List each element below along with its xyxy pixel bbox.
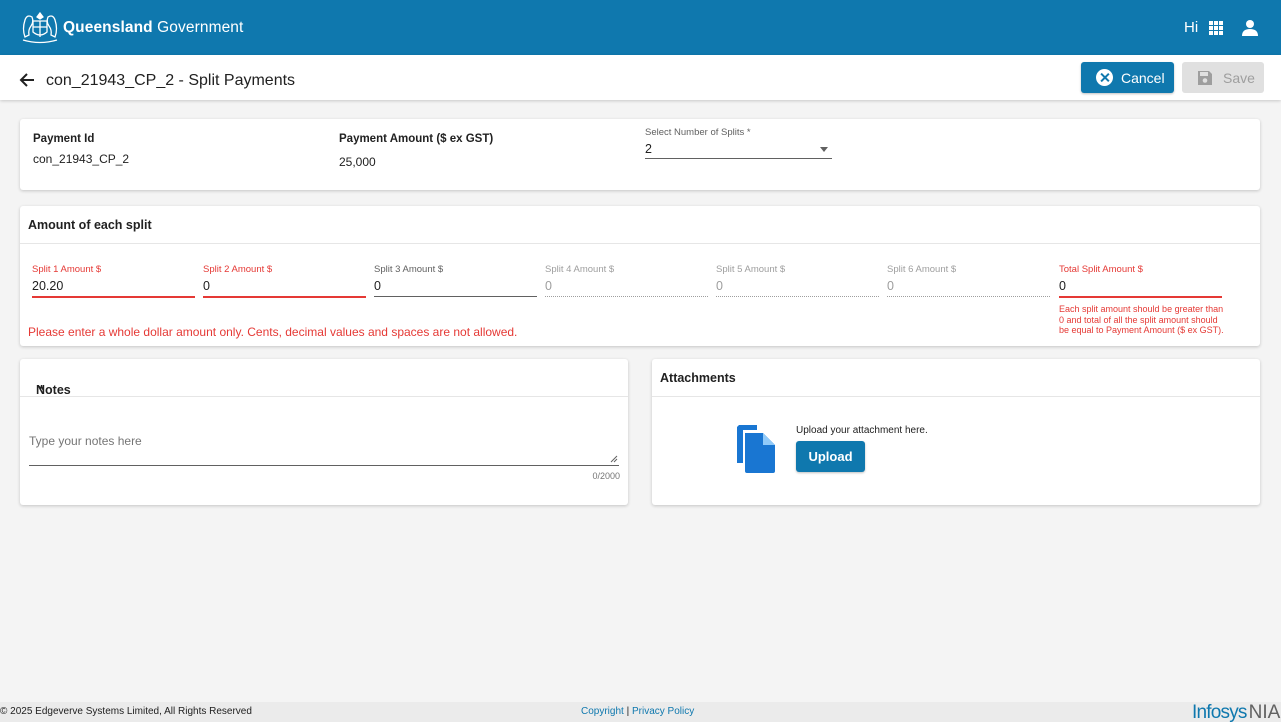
privacy-policy-link[interactable]: Privacy Policy	[632, 706, 694, 717]
apps-grid-icon[interactable]	[1209, 21, 1223, 35]
footer-separator: |	[626, 706, 630, 717]
payment-amount-label: Payment Amount ($ ex GST)	[339, 133, 494, 145]
split-4-underline	[545, 296, 708, 297]
split-4-label: Split 4 Amount $	[545, 264, 615, 275]
payment-amount-value: 25,000	[339, 155, 376, 169]
split-6-underline	[887, 296, 1050, 297]
page-footer: © 2025 Edgeverve Systems Limited, All Ri…	[0, 702, 1281, 722]
save-floppy-icon	[1198, 70, 1212, 85]
total-split-amount-field: Total Split Amount $ 0	[1059, 264, 1222, 298]
total-split-label: Total Split Amount $	[1059, 264, 1143, 275]
greeting-text: Hi	[1184, 19, 1199, 36]
total-split-value: 0	[1059, 279, 1066, 293]
notes-header: Notes *	[20, 359, 628, 397]
split-1-label: Split 1 Amount $	[32, 264, 102, 275]
split-5-underline	[716, 296, 879, 297]
notes-card: Notes * Type your notes here 0/2000	[20, 359, 628, 505]
page-title: con_21943_CP_2 - Split Payments	[46, 72, 296, 89]
split-4-amount-field: Split 4 Amount $ 0	[545, 264, 708, 297]
split-5-label: Split 5 Amount $	[716, 264, 786, 275]
notes-char-counter: 0/2000	[592, 471, 620, 481]
attachments-header: Attachments	[652, 359, 1260, 397]
cancel-button-label: Cancel	[1121, 69, 1165, 86]
logo-main: Infosys	[1192, 702, 1247, 722]
save-button-label: Save	[1223, 69, 1255, 86]
attachments-heading: Attachments	[660, 371, 736, 385]
payment-id-label: Payment Id	[33, 133, 95, 145]
split-2-input[interactable]: 0	[203, 279, 366, 295]
total-split-underline	[1059, 296, 1222, 298]
split-1-underline	[32, 296, 195, 298]
brand-name: Queensland Government	[63, 19, 243, 37]
split-3-label: Split 3 Amount $	[374, 264, 444, 275]
copyright-text: © 2025 Edgeverve Systems Limited, All Ri…	[0, 706, 252, 717]
copyright-link[interactable]: Copyright	[581, 706, 624, 717]
logo-suffix: NIA	[1248, 702, 1281, 722]
splits-select-label: Select Number of Splits *	[645, 127, 751, 138]
split-6-amount-field: Split 6 Amount $ 0	[887, 264, 1050, 297]
infosys-nia-logo: Infosys NIA	[1192, 702, 1280, 722]
queensland-crest-logo	[22, 11, 58, 44]
splits-select-underline	[645, 158, 832, 159]
top-header: Queensland Government Hi	[0, 0, 1281, 55]
split-amounts-card: Amount of each split Split 1 Amount $ 20…	[20, 206, 1260, 346]
split-6-label: Split 6 Amount $	[887, 264, 957, 275]
dropdown-caret-icon[interactable]	[820, 147, 828, 152]
upload-hint: Upload your attachment here.	[796, 425, 928, 436]
notes-underline	[29, 465, 619, 466]
attachments-card: Attachments Upload your attachment here.…	[652, 359, 1260, 505]
footer-links: Copyright | Privacy Policy	[581, 706, 694, 717]
split-amounts-header: Amount of each split	[20, 206, 1260, 244]
payment-id-value: con_21943_CP_2	[33, 152, 130, 166]
back-arrow-icon[interactable]	[18, 71, 36, 89]
cancel-button[interactable]: Cancel	[1081, 62, 1174, 93]
split-1-amount-field[interactable]: Split 1 Amount $ 20.20	[32, 264, 195, 298]
split-3-input[interactable]: 0	[374, 279, 537, 295]
split-4-input: 0	[545, 279, 552, 293]
brand-light: Government	[157, 19, 244, 36]
split-2-underline	[203, 296, 366, 298]
split-3-amount-field[interactable]: Split 3 Amount $ 0	[374, 264, 537, 297]
resize-handle-icon[interactable]	[610, 455, 618, 463]
save-button[interactable]: Save	[1182, 62, 1264, 93]
splits-select-value[interactable]: 2	[645, 142, 652, 156]
documents-icon	[737, 425, 775, 473]
split-6-input: 0	[887, 279, 894, 293]
upload-button[interactable]: Upload	[796, 441, 865, 472]
brand-bold: Queensland	[63, 19, 153, 36]
split-1-input[interactable]: 20.20	[32, 279, 195, 295]
page-title-bar: con_21943_CP_2 - Split Payments Cancel S…	[0, 55, 1281, 100]
split-amounts-heading: Amount of each split	[28, 218, 152, 232]
required-asterisk: *	[39, 383, 44, 397]
cancel-circle-icon	[1096, 69, 1113, 86]
user-account-icon[interactable]	[1241, 19, 1259, 37]
notes-textarea[interactable]: Type your notes here	[29, 434, 142, 448]
total-split-hint: Each split amount should be greater than…	[1059, 304, 1224, 335]
split-5-amount-field: Split 5 Amount $ 0	[716, 264, 879, 297]
payment-summary-card: Payment Id con_21943_CP_2 Payment Amount…	[20, 119, 1260, 190]
split-2-label: Split 2 Amount $	[203, 264, 273, 275]
split-error-message: Please enter a whole dollar amount only.…	[28, 325, 518, 339]
split-2-amount-field[interactable]: Split 2 Amount $ 0	[203, 264, 366, 298]
split-5-input: 0	[716, 279, 723, 293]
split-3-underline	[374, 296, 537, 297]
